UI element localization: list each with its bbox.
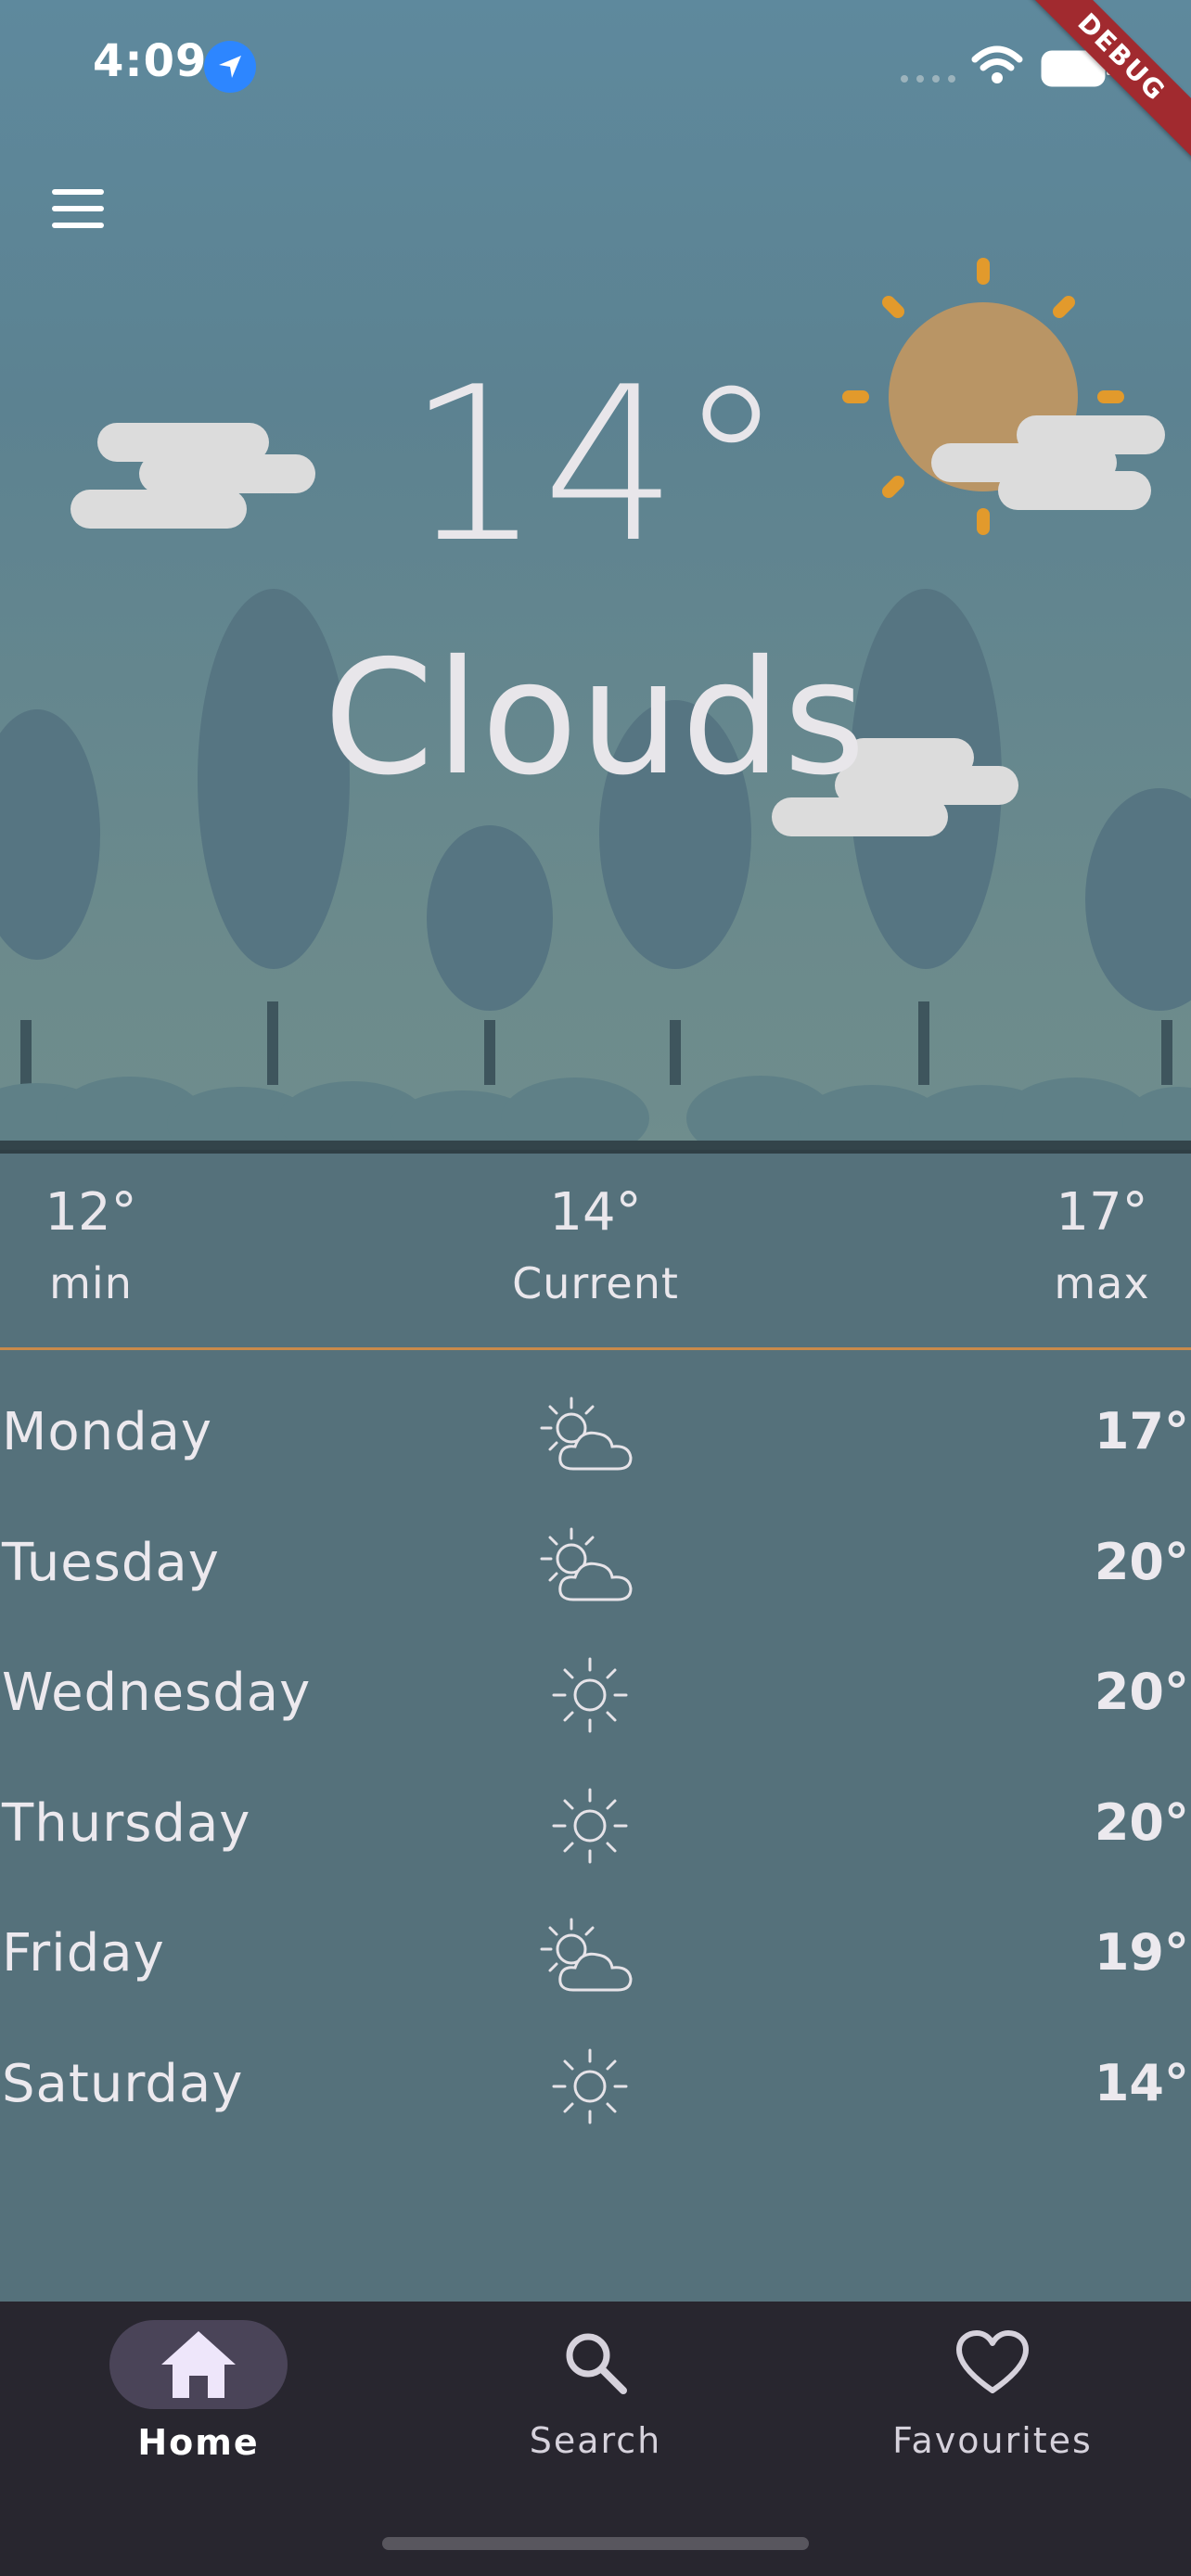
max-temp-label: max bbox=[1054, 1258, 1150, 1308]
current-temp-value: 14° bbox=[549, 1182, 642, 1243]
location-arrow-icon bbox=[204, 41, 256, 93]
sun-icon bbox=[552, 1788, 628, 1863]
forecast-temp: 20° bbox=[1094, 1663, 1189, 1721]
menu-icon[interactable] bbox=[52, 189, 104, 230]
bottom-navigation: Home Search Favourites bbox=[0, 2302, 1191, 2576]
forecast-temp: 20° bbox=[1094, 1532, 1189, 1591]
min-temp-label: min bbox=[49, 1258, 133, 1308]
nav-item-home[interactable]: Home bbox=[0, 2302, 397, 2506]
forecast-list: Monday 17° Tuesday 20° Wednesday 20° Thu… bbox=[0, 1372, 1191, 2154]
forecast-day: Wednesday bbox=[2, 1663, 312, 1723]
partly-cloudy-icon bbox=[540, 1396, 633, 1471]
current-temp-label: Current bbox=[512, 1258, 679, 1308]
sun-icon bbox=[552, 2048, 628, 2123]
cellular-signal-icon bbox=[901, 75, 955, 83]
sun-icon bbox=[552, 1657, 628, 1733]
forecast-temp: 20° bbox=[1094, 1792, 1189, 1852]
forecast-row: Friday 19° bbox=[0, 1894, 1191, 2024]
weather-screen: 4:09 DEBUG 14° Clouds 12° min 14° Curren… bbox=[0, 0, 1191, 2576]
heart-icon bbox=[956, 2330, 1029, 2393]
status-time: 4:09 bbox=[93, 35, 208, 87]
forecast-row: Monday 17° bbox=[0, 1372, 1191, 1503]
forecast-day: Tuesday bbox=[2, 1532, 220, 1593]
max-temp-column: 17° max bbox=[1046, 1180, 1158, 1315]
forecast-row: Tuesday 20° bbox=[0, 1503, 1191, 1634]
nav-item-search[interactable]: Search bbox=[397, 2302, 794, 2506]
forecast-row: Saturday 14° bbox=[0, 2024, 1191, 2155]
wifi-icon bbox=[971, 45, 1023, 83]
max-temp-value: 17° bbox=[1056, 1182, 1148, 1243]
min-temp-column: 12° min bbox=[35, 1180, 147, 1315]
temperature-summary: 12° min 14° Current 17° max bbox=[0, 1150, 1191, 1350]
forecast-row: Thursday 20° bbox=[0, 1764, 1191, 1894]
forecast-day: Saturday bbox=[2, 2053, 244, 2114]
search-icon bbox=[566, 2333, 627, 2394]
forecast-day: Monday bbox=[2, 1402, 213, 1462]
partly-cloudy-icon bbox=[540, 1918, 633, 1992]
forecast-temp: 17° bbox=[1094, 1402, 1189, 1460]
partly-cloudy-icon bbox=[540, 1527, 633, 1600]
nav-label-search: Search bbox=[529, 2420, 662, 2461]
current-temp-column: 14° Current bbox=[503, 1180, 688, 1315]
forecast-day: Friday bbox=[2, 1923, 165, 1983]
nav-label-favourites: Favourites bbox=[892, 2420, 1093, 2461]
hero-section: 4:09 DEBUG 14° Clouds bbox=[0, 0, 1191, 1150]
forecast-day: Thursday bbox=[2, 1792, 251, 1854]
weather-description: Clouds bbox=[323, 627, 868, 810]
nav-item-favourites[interactable]: Favourites bbox=[794, 2302, 1191, 2506]
current-temperature: 14° bbox=[406, 342, 785, 590]
forecast-row: Wednesday 20° bbox=[0, 1633, 1191, 1764]
nav-label-home: Home bbox=[137, 2422, 260, 2463]
min-temp-value: 12° bbox=[45, 1182, 137, 1243]
home-icon bbox=[161, 2331, 236, 2398]
forecast-temp: 19° bbox=[1094, 1923, 1189, 1982]
home-indicator[interactable] bbox=[382, 2537, 809, 2550]
forecast-temp: 14° bbox=[1094, 2053, 1189, 2112]
